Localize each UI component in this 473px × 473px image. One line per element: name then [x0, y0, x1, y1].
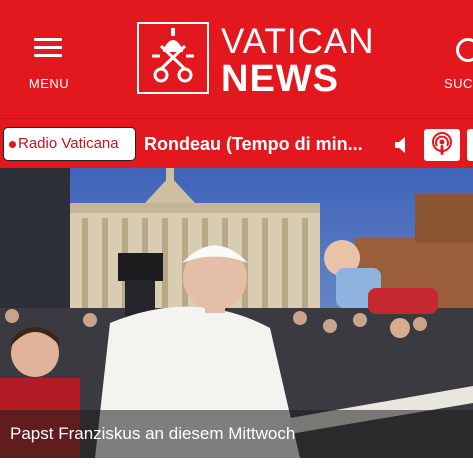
page-bottom-strip: [0, 458, 473, 473]
radio-station-button[interactable]: Radio Vaticana: [3, 127, 136, 161]
menu-button[interactable]: MENU: [20, 34, 78, 96]
app-header: MENU VATICAN NEWS SUC: [0, 0, 473, 118]
search-icon: [456, 38, 473, 62]
podcast-icon: [432, 132, 452, 155]
live-dot-icon: [9, 141, 16, 148]
radio-station-label: Radio Vaticana: [18, 135, 119, 152]
speaker-icon[interactable]: [394, 136, 412, 154]
hero-caption[interactable]: Papst Franziskus an diesem Mittwoch: [10, 422, 295, 446]
search-label: SUC: [444, 76, 473, 91]
menu-label: MENU: [28, 76, 70, 91]
menu-icon: [34, 38, 62, 58]
logo-news-text: NEWS: [221, 58, 339, 100]
radio-player-bar: Radio Vaticana Rondeau (Tempo di min...: [0, 118, 473, 169]
now-playing-track[interactable]: Rondeau (Tempo di min...: [144, 127, 384, 161]
podcast-button[interactable]: [424, 129, 460, 161]
logo-vatican-text: VATICAN: [221, 22, 375, 61]
vatican-news-logo[interactable]: VATICAN NEWS: [137, 22, 382, 100]
more-button[interactable]: [467, 129, 473, 161]
vatican-emblem-icon: [137, 22, 209, 94]
search-button[interactable]: SUC: [440, 34, 473, 96]
